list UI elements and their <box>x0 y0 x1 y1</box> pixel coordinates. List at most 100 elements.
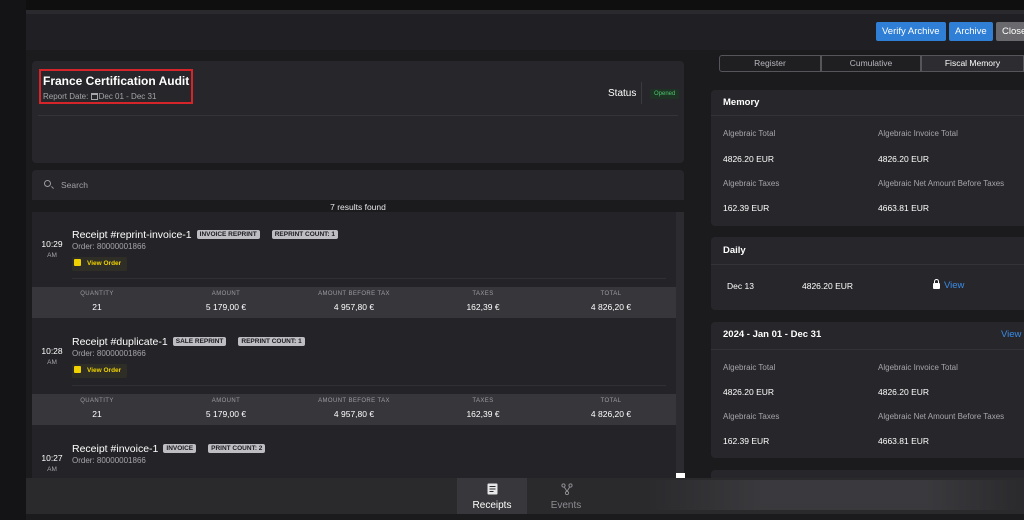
receipt-title: Receipt #reprint-invoice-1 INVOICE REPRIN… <box>72 229 339 241</box>
list-item[interactable]: 10:29 AM Receipt #reprint-invoice-1 INVOI… <box>32 212 676 319</box>
audit-card: France Certification Audit Report Date: … <box>32 61 684 163</box>
yearly-view-link[interactable]: View <box>1001 329 1021 340</box>
algebraic-taxes-label: Algebraic Taxes <box>723 412 780 421</box>
algebraic-net-label: Algebraic Net Amount Before Taxes <box>878 412 1005 421</box>
stat-value: 5 179,00 € <box>205 302 247 312</box>
receipt-ampm: AM <box>47 359 57 366</box>
tab-register[interactable]: Register <box>719 55 821 72</box>
app-window: Verify Archive Archive Close France Cert… <box>26 0 1024 520</box>
receipt-type-badge: INVOICE <box>163 444 197 453</box>
stat-header: AMOUNT BEFORE TAX <box>318 291 390 297</box>
reprint-count-badge: REPRINT COUNT: 1 <box>271 230 339 239</box>
daily-panel: Daily Dec 13 4826.20 EUR View <box>711 237 1024 310</box>
memory-panel: Memory Algebraic Total Algebraic Invoice… <box>711 90 1024 226</box>
receipt-stats: QUANTITY 21 AMOUNT 5 179,00 € AMOUNT BEFOR… <box>32 287 676 318</box>
receipt-ampm: AM <box>47 466 57 473</box>
tab-receipts[interactable]: Receipts <box>457 478 527 514</box>
algebraic-net-value: 4663.81 EUR <box>878 436 930 446</box>
status-badge: Opened <box>650 89 680 99</box>
view-order-label: View Order <box>87 260 122 267</box>
stat-quantity: QUANTITY 21 <box>32 394 162 419</box>
close-button[interactable]: Close <box>996 22 1024 41</box>
stat-amount: AMOUNT 5 179,00 € <box>161 287 291 312</box>
stat-header: TOTAL <box>600 291 622 297</box>
algebraic-invoice-total-value: 4826.20 EUR <box>878 154 930 164</box>
stat-header: QUANTITY <box>80 398 114 404</box>
stat-value: 4 826,20 € <box>590 302 632 312</box>
audit-divider <box>38 115 678 116</box>
top-strip <box>26 0 1024 10</box>
stat-amount-before-tax: AMOUNT BEFORE TAX 4 957,80 € <box>289 287 419 312</box>
panel-divider <box>711 264 1024 265</box>
page-title: France Certification Audit <box>43 74 190 88</box>
panel-title: Daily <box>723 245 746 256</box>
receipt-title-text: Receipt #invoice-1 <box>72 443 159 455</box>
receipt-title-text: Receipt #reprint-invoice-1 <box>72 229 192 241</box>
algebraic-net-value: 4663.81 EUR <box>878 203 930 213</box>
report-date-label: Report Date: <box>43 92 89 101</box>
search-input[interactable]: Search <box>61 180 88 190</box>
algebraic-total-value: 4826.20 EUR <box>723 387 775 397</box>
lock-icon <box>933 279 940 289</box>
stat-amount-before-tax: AMOUNT BEFORE TAX 4 957,80 € <box>289 394 419 419</box>
receipts-list[interactable]: 10:29 AM Receipt #reprint-invoice-1 INVOI… <box>32 212 684 478</box>
receipt-time: 10:28 <box>41 346 63 356</box>
tab-fiscal-memory[interactable]: Fiscal Memory <box>921 55 1024 72</box>
receipt-type-badge: INVOICE REPRINT <box>196 230 260 239</box>
stat-quantity: QUANTITY 21 <box>32 287 162 312</box>
list-item[interactable]: 10:27 AM Receipt #invoice-1 INVOICE PRINT … <box>32 426 676 478</box>
bottom-blur-overlay <box>646 480 1024 510</box>
receipt-time: 10:27 <box>41 453 63 463</box>
daily-date: Dec 13 <box>727 281 754 291</box>
stat-value: 162,39 € <box>466 409 500 419</box>
algebraic-total-label: Algebraic Total <box>723 363 776 372</box>
report-date-range: Dec 01 - Dec 31 <box>98 92 157 101</box>
stat-header: TAXES <box>472 291 494 297</box>
stat-value: 4 957,80 € <box>333 409 375 419</box>
archive-button[interactable]: Archive <box>949 22 993 41</box>
receipt-title: Receipt #duplicate-1 SALE REPRINT REPRINT … <box>72 336 305 348</box>
daily-view-label[interactable]: View <box>944 280 964 291</box>
stat-header: TAXES <box>472 398 494 404</box>
view-order-button[interactable]: View Order <box>72 364 128 378</box>
daily-view-link[interactable]: View <box>933 279 964 291</box>
stat-taxes: TAXES 162,39 € <box>418 287 548 312</box>
algebraic-taxes-label: Algebraic Taxes <box>723 179 780 188</box>
algebraic-net-label: Algebraic Net Amount Before Taxes <box>878 179 1005 188</box>
print-count-badge: PRINT COUNT: 2 <box>208 444 266 453</box>
algebraic-invoice-total-label: Algebraic Invoice Total <box>878 363 958 372</box>
receipt-ampm: AM <box>47 252 57 259</box>
receipt-divider <box>72 278 666 279</box>
list-scrollbar[interactable] <box>676 212 684 478</box>
receipts-icon <box>487 483 498 495</box>
events-icon <box>561 483 573 495</box>
receipt-stats: QUANTITY 21 AMOUNT 5 179,00 € AMOUNT BEFOR… <box>32 394 676 425</box>
view-order-icon <box>74 366 81 373</box>
tab-events-label: Events <box>550 500 582 511</box>
receipt-time: 10:29 <box>41 239 63 249</box>
search-bar[interactable]: Search <box>32 170 684 200</box>
stat-header: AMOUNT <box>211 291 241 297</box>
stat-value: 5 179,00 € <box>205 409 247 419</box>
stat-value: 21 <box>92 409 102 419</box>
reprint-count-badge: REPRINT COUNT: 1 <box>238 337 305 346</box>
yearly-panel: 2024 - Jan 01 - Dec 31 View Algebraic To… <box>711 322 1024 458</box>
receipt-order: Order: 80000001866 <box>72 242 146 251</box>
panel-title: 2024 - Jan 01 - Dec 31 <box>723 329 822 340</box>
algebraic-taxes-value: 162.39 EUR <box>723 203 770 213</box>
view-order-label: View Order <box>87 367 122 374</box>
stat-amount: AMOUNT 5 179,00 € <box>161 394 291 419</box>
receipt-title-text: Receipt #duplicate-1 <box>72 336 168 348</box>
verify-archive-button[interactable]: Verify Archive <box>876 22 946 41</box>
receipt-order: Order: 80000001866 <box>72 349 146 358</box>
stat-header: AMOUNT BEFORE TAX <box>318 398 390 404</box>
tab-events[interactable]: Events <box>531 478 601 514</box>
panel-divider <box>711 115 1024 116</box>
search-icon <box>44 180 51 187</box>
receipt-title: Receipt #invoice-1 INVOICE PRINT COUNT: 2 <box>72 443 266 455</box>
list-item[interactable]: 10:28 AM Receipt #duplicate-1 SALE REPRIN… <box>32 319 676 426</box>
tab-receipts-label: Receipts <box>472 500 512 511</box>
tab-cumulative[interactable]: Cumulative <box>821 55 921 72</box>
stat-header: QUANTITY <box>80 291 114 297</box>
view-order-button[interactable]: View Order <box>72 257 128 271</box>
